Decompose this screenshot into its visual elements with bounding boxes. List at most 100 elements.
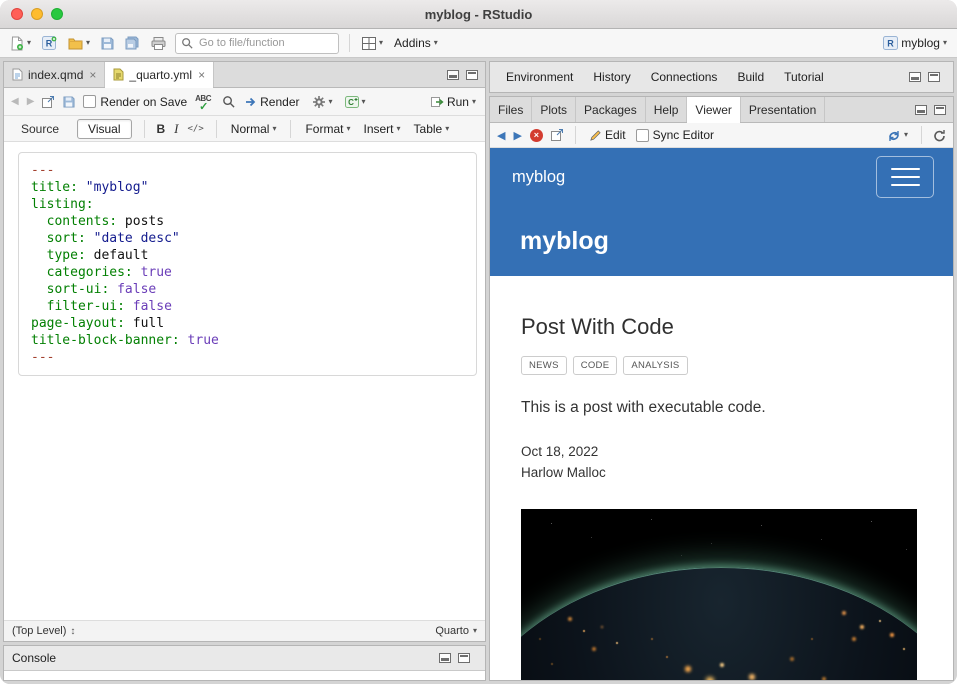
post-description: This is a post with executable code.	[521, 399, 917, 417]
code-format-button[interactable]: </>	[188, 124, 204, 134]
document-mode-dropdown[interactable]: Quarto	[435, 625, 469, 637]
banner-title: myblog	[520, 227, 609, 256]
tab-index-qmd[interactable]: index.qmd ×	[4, 62, 105, 87]
tab-build[interactable]: Build	[727, 62, 774, 92]
back-icon[interactable]: ◀	[11, 96, 19, 107]
render-on-save-checkbox[interactable]	[83, 95, 96, 108]
pencil-icon	[589, 129, 602, 142]
toolbar-separator	[575, 126, 576, 144]
viewer-forward-icon[interactable]: ▶	[513, 129, 521, 142]
run-button[interactable]: Run ▾	[429, 93, 478, 111]
new-project-button[interactable]: R	[40, 34, 59, 52]
render-options-button[interactable]: ▾	[310, 93, 335, 111]
tab-close-icon[interactable]: ×	[89, 69, 96, 81]
minimize-pane-button[interactable]	[915, 105, 927, 115]
titlebar: myblog - RStudio	[0, 0, 957, 29]
pane-layout-button[interactable]: ▾	[360, 35, 385, 52]
save-button[interactable]	[99, 35, 116, 52]
save-all-button[interactable]	[123, 34, 142, 52]
category-badge[interactable]: NEWS	[521, 356, 567, 375]
insert-menu[interactable]: Insert ▾	[362, 120, 403, 138]
new-file-button[interactable]: ▾	[8, 34, 33, 53]
post-author: Harlow Malloc	[521, 462, 917, 483]
goto-file-input[interactable]	[197, 36, 333, 50]
hamburger-icon	[891, 168, 920, 170]
save-icon	[101, 37, 114, 50]
source-mode-button[interactable]: Source	[12, 120, 68, 138]
project-menu-button[interactable]: R myblog ▾	[881, 34, 949, 52]
insert-chunk-button[interactable]: C ▾	[343, 94, 368, 110]
minimize-pane-button[interactable]	[909, 72, 921, 82]
bold-button[interactable]: B	[157, 122, 166, 136]
tab-plots[interactable]: Plots	[532, 97, 576, 122]
workspace: index.qmd × _quarto.yml × ◀ ▶	[0, 58, 957, 684]
print-icon	[151, 37, 166, 50]
goto-file-search	[175, 33, 339, 54]
edit-button[interactable]: Edit	[587, 126, 628, 144]
editor-body[interactable]: ---title: "myblog"listing: contents: pos…	[4, 142, 485, 620]
tab-quarto-yml[interactable]: _quarto.yml ×	[105, 62, 214, 87]
minimize-pane-button[interactable]	[447, 70, 459, 80]
popout-icon[interactable]	[42, 96, 55, 108]
addins-button[interactable]: Addins ▾	[392, 34, 440, 52]
open-file-button[interactable]: ▾	[66, 35, 92, 52]
maximize-pane-button[interactable]	[928, 72, 940, 82]
tab-label: index.qmd	[28, 68, 83, 82]
chevron-down-icon: ▾	[434, 39, 438, 47]
toolbar-separator	[349, 34, 350, 52]
tab-presentation[interactable]: Presentation	[741, 97, 825, 122]
chevron-down-icon: ▾	[346, 125, 350, 133]
right-column: Environment History Connections Build Tu…	[489, 61, 954, 681]
table-menu[interactable]: Table ▾	[412, 120, 452, 138]
category-badge[interactable]: CODE	[573, 356, 618, 375]
viewer-back-icon[interactable]: ◀	[497, 129, 505, 142]
visual-mode-button[interactable]: Visual	[77, 119, 131, 139]
yaml-metadata-block[interactable]: ---title: "myblog"listing: contents: pos…	[18, 152, 477, 376]
viewer-popout-icon[interactable]	[551, 129, 564, 141]
left-column: index.qmd × _quarto.yml × ◀ ▶	[3, 61, 486, 681]
format-menu[interactable]: Format ▾	[303, 120, 352, 138]
save-icon[interactable]	[63, 96, 75, 108]
render-button[interactable]: Render	[243, 93, 301, 111]
search-icon	[181, 37, 193, 49]
paragraph-style-dropdown[interactable]: Normal ▾	[229, 120, 279, 138]
italic-button[interactable]: I	[174, 121, 178, 137]
console-body[interactable]	[4, 671, 485, 680]
spellcheck-icon[interactable]: ABC ✓	[195, 94, 214, 110]
viewer-toolbar: ◀ ▶ × Edit Sync Editor	[490, 123, 953, 148]
scope-indicator[interactable]: (Top Level)	[12, 625, 66, 637]
minimize-pane-button[interactable]	[439, 653, 451, 663]
tab-packages[interactable]: Packages	[576, 97, 646, 122]
refresh-icon[interactable]	[933, 129, 946, 142]
publish-button[interactable]: ▾	[885, 127, 910, 144]
maximize-pane-button[interactable]	[466, 70, 478, 80]
print-button[interactable]	[149, 35, 168, 52]
forward-icon[interactable]: ▶	[27, 96, 35, 107]
tab-viewer[interactable]: Viewer	[687, 97, 740, 122]
minimize-window-button[interactable]	[31, 8, 43, 20]
zoom-window-button[interactable]	[51, 8, 63, 20]
close-window-button[interactable]	[11, 8, 23, 20]
svg-text:C: C	[348, 98, 354, 107]
category-badge[interactable]: ANALYSIS	[623, 356, 687, 375]
viewer-stop-icon[interactable]: ×	[530, 129, 543, 142]
sync-editor-label: Sync Editor	[653, 128, 714, 142]
tab-tutorial[interactable]: Tutorial	[774, 62, 834, 92]
tab-environment[interactable]: Environment	[496, 62, 583, 92]
sync-editor-checkbox[interactable]	[636, 129, 649, 142]
tab-close-icon[interactable]: ×	[198, 69, 205, 81]
stars-decoration	[521, 509, 522, 510]
tab-files[interactable]: Files	[490, 97, 532, 122]
yaml-code[interactable]: ---title: "myblog"listing: contents: pos…	[31, 162, 464, 366]
chevron-down-icon: ▾	[272, 125, 276, 133]
maximize-pane-button[interactable]	[458, 653, 470, 663]
tab-connections[interactable]: Connections	[641, 62, 728, 92]
tab-history[interactable]: History	[583, 62, 640, 92]
find-icon[interactable]	[222, 95, 235, 108]
new-file-icon	[10, 36, 24, 51]
navbar-brand-link[interactable]: myblog	[512, 168, 565, 187]
menu-toggle-button[interactable]	[876, 156, 934, 198]
tab-help[interactable]: Help	[646, 97, 688, 122]
project-name-label: myblog	[901, 36, 940, 50]
maximize-pane-button[interactable]	[934, 105, 946, 115]
